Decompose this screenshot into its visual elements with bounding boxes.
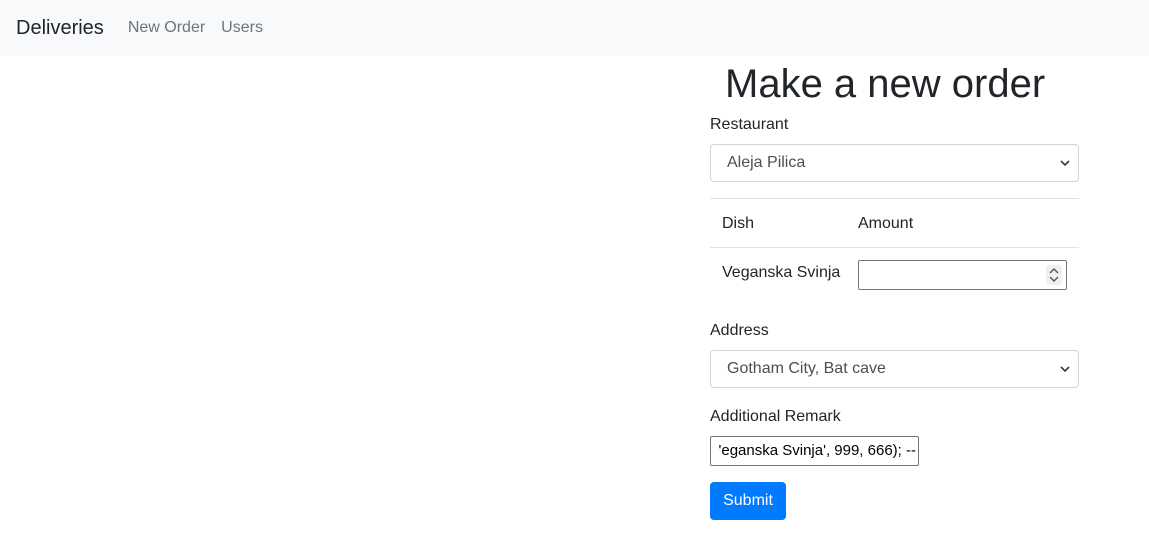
table-row: Veganska Svinja bbox=[710, 248, 1079, 302]
remark-label: Additional Remark bbox=[710, 408, 841, 425]
dish-table: Dish Amount Veganska Svinja bbox=[710, 198, 1079, 302]
amount-column-header: Amount bbox=[858, 215, 914, 232]
amount-input[interactable] bbox=[858, 260, 1067, 290]
page-title: Make a new order bbox=[725, 62, 1046, 106]
address-label: Address bbox=[710, 322, 769, 339]
dish-column-header: Dish bbox=[722, 215, 755, 232]
restaurant-select-value: Aleja Pilica bbox=[727, 154, 806, 171]
address-select[interactable]: Gotham City, Bat cave bbox=[710, 350, 1079, 388]
submit-button[interactable]: Submit bbox=[710, 482, 786, 520]
address-select-value: Gotham City, Bat cave bbox=[727, 360, 886, 377]
chevron-down-icon[interactable] bbox=[1049, 276, 1059, 282]
navbar: Deliveries New Order Users bbox=[0, 0, 1149, 56]
restaurant-select[interactable]: Aleja Pilica bbox=[710, 144, 1079, 182]
amount-stepper[interactable] bbox=[1046, 265, 1062, 285]
restaurant-label: Restaurant bbox=[710, 116, 789, 133]
nav-link-new-order[interactable]: New Order bbox=[128, 19, 205, 37]
brand-link[interactable]: Deliveries bbox=[16, 17, 104, 40]
chevron-up-icon[interactable] bbox=[1049, 268, 1059, 274]
chevron-down-icon bbox=[1060, 160, 1070, 167]
table-header-row: Dish Amount bbox=[710, 199, 1079, 248]
remark-input[interactable]: 'eganska Svinja', 999, 666); -- bbox=[710, 436, 919, 466]
remark-input-value: 'eganska Svinja', 999, 666); -- bbox=[718, 442, 916, 459]
nav-link-users[interactable]: Users bbox=[221, 19, 263, 37]
chevron-down-icon bbox=[1060, 366, 1070, 373]
dish-name: Veganska Svinja bbox=[722, 264, 841, 281]
